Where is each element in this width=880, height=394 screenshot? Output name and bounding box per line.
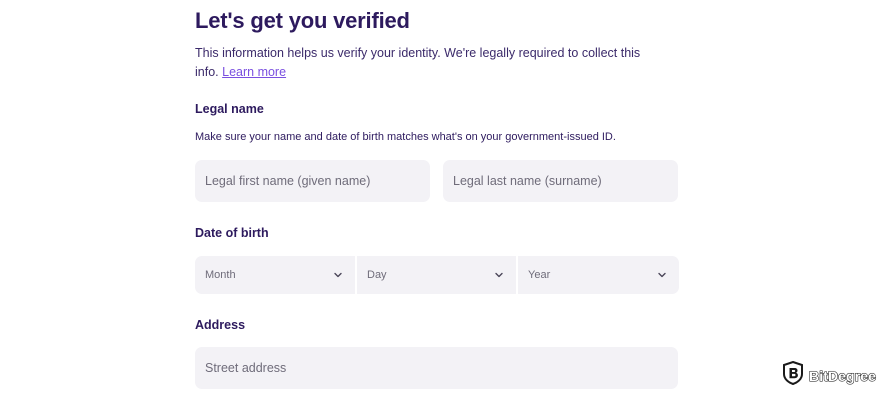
legal-name-label: Legal name <box>195 102 264 116</box>
day-select-value: Day <box>367 269 387 281</box>
learn-more-link[interactable]: Learn more <box>222 65 286 79</box>
street-address-input[interactable]: Street address <box>195 347 678 389</box>
month-select[interactable]: Month <box>195 256 355 294</box>
page-title: Let's get you verified <box>195 8 410 33</box>
intro-line-1: This information helps us verify your id… <box>195 46 641 60</box>
day-select[interactable]: Day <box>357 256 516 294</box>
legal-name-helper: Make sure your name and date of birth ma… <box>195 131 616 143</box>
year-select[interactable]: Year <box>518 256 679 294</box>
first-name-placeholder: Legal first name (given name) <box>205 174 371 188</box>
street-address-placeholder: Street address <box>205 361 287 375</box>
intro-text: This information helps us verify your id… <box>195 44 675 82</box>
chevron-down-icon <box>333 270 343 280</box>
first-name-input[interactable]: Legal first name (given name) <box>195 160 430 202</box>
bitdegree-watermark: BitDegree <box>782 360 877 390</box>
year-select-value: Year <box>528 269 551 281</box>
month-select-value: Month <box>205 269 236 281</box>
date-of-birth-label: Date of birth <box>195 226 269 240</box>
bitdegree-logo-icon <box>782 360 804 390</box>
intro-line-2: info. <box>195 65 219 79</box>
chevron-down-icon <box>494 270 504 280</box>
chevron-down-icon <box>657 270 667 280</box>
bitdegree-wordmark: BitDegree <box>808 367 877 384</box>
last-name-input[interactable]: Legal last name (surname) <box>443 160 678 202</box>
last-name-placeholder: Legal last name (surname) <box>453 174 602 188</box>
address-label: Address <box>195 318 246 332</box>
verification-page: Let's get you verified This information … <box>0 0 880 394</box>
